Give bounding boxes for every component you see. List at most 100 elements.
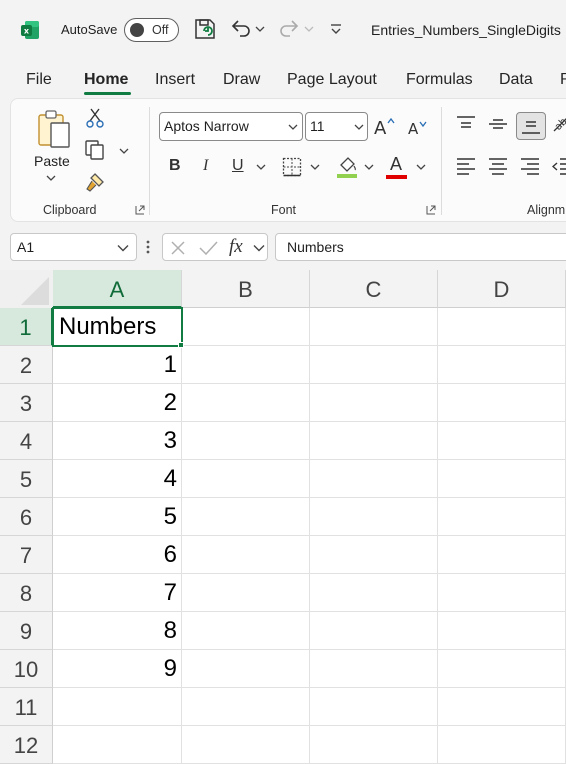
confirm-entry-icon[interactable] <box>198 240 218 256</box>
bold-button[interactable]: B <box>169 157 181 175</box>
name-box[interactable]: A1 <box>10 233 137 261</box>
cell-c8[interactable] <box>310 574 438 612</box>
cell-c3[interactable] <box>310 384 438 422</box>
row-header-2[interactable]: 2 <box>0 346 53 384</box>
column-header-b[interactable]: B <box>182 270 310 308</box>
cell-a6[interactable]: 5 <box>53 498 182 536</box>
cell-c11[interactable] <box>310 688 438 726</box>
underline-button[interactable]: U <box>232 157 244 175</box>
cell-b11[interactable] <box>182 688 310 726</box>
tab-review[interactable]: R <box>560 71 566 89</box>
column-header-d[interactable]: D <box>438 270 566 308</box>
save-icon[interactable] <box>193 17 217 41</box>
cell-d1[interactable] <box>438 308 566 346</box>
cell-b4[interactable] <box>182 422 310 460</box>
font-color-dropdown-icon[interactable] <box>416 163 426 171</box>
cell-c5[interactable] <box>310 460 438 498</box>
borders-icon[interactable] <box>282 157 302 177</box>
top-align-icon[interactable] <box>456 115 476 133</box>
cell-c4[interactable] <box>310 422 438 460</box>
more-options-icon[interactable] <box>145 239 151 255</box>
cell-d7[interactable] <box>438 536 566 574</box>
cell-a11[interactable] <box>53 688 182 726</box>
increase-font-size-icon[interactable]: A <box>373 116 397 138</box>
cell-d8[interactable] <box>438 574 566 612</box>
autosave-toggle[interactable]: Off <box>124 18 179 42</box>
cell-d9[interactable] <box>438 612 566 650</box>
cell-b7[interactable] <box>182 536 310 574</box>
cell-b6[interactable] <box>182 498 310 536</box>
cell-a10[interactable]: 9 <box>53 650 182 688</box>
cell-c10[interactable] <box>310 650 438 688</box>
tab-insert[interactable]: Insert <box>155 71 195 89</box>
font-size-dropdown-icon[interactable] <box>354 123 364 131</box>
align-left-icon[interactable] <box>456 157 476 175</box>
row-header-6[interactable]: 6 <box>0 498 53 536</box>
decrease-font-size-icon[interactable]: A <box>407 118 429 138</box>
cell-a2[interactable]: 1 <box>53 346 182 384</box>
underline-dropdown-icon[interactable] <box>256 163 266 171</box>
cell-d5[interactable] <box>438 460 566 498</box>
undo-icon[interactable] <box>229 17 253 41</box>
italic-button[interactable]: I <box>203 157 208 175</box>
cell-d11[interactable] <box>438 688 566 726</box>
column-header-a[interactable]: A <box>53 270 182 308</box>
fill-color-dropdown-icon[interactable] <box>364 163 374 171</box>
font-name-box[interactable]: Aptos Narrow <box>159 112 303 141</box>
font-name-dropdown-icon[interactable] <box>288 123 298 131</box>
insert-function-dropdown-icon[interactable] <box>253 244 265 252</box>
cell-a12[interactable] <box>53 726 182 764</box>
cell-a9[interactable]: 8 <box>53 612 182 650</box>
row-header-10[interactable]: 10 <box>0 650 53 688</box>
select-all-button[interactable] <box>0 270 53 308</box>
paste-dropdown-icon[interactable] <box>46 174 56 182</box>
cell-d2[interactable] <box>438 346 566 384</box>
cell-b8[interactable] <box>182 574 310 612</box>
tab-data[interactable]: Data <box>499 71 533 89</box>
tab-draw[interactable]: Draw <box>223 71 260 89</box>
format-painter-icon[interactable] <box>85 171 107 193</box>
cell-c7[interactable] <box>310 536 438 574</box>
undo-dropdown-icon[interactable] <box>255 24 265 34</box>
cell-b2[interactable] <box>182 346 310 384</box>
tab-home[interactable]: Home <box>84 71 128 89</box>
redo-dropdown-icon[interactable] <box>304 24 314 34</box>
tab-page-layout[interactable]: Page Layout <box>287 71 377 89</box>
cell-b1[interactable] <box>182 308 310 346</box>
cell-a4[interactable]: 3 <box>53 422 182 460</box>
cell-a3[interactable]: 2 <box>53 384 182 422</box>
cell-b10[interactable] <box>182 650 310 688</box>
copy-dropdown-icon[interactable] <box>119 147 129 155</box>
fill-handle[interactable] <box>178 342 184 348</box>
orientation-icon[interactable]: ab <box>552 113 566 135</box>
cell-d12[interactable] <box>438 726 566 764</box>
cell-c12[interactable] <box>310 726 438 764</box>
paste-icon[interactable] <box>35 109 75 151</box>
cell-b3[interactable] <box>182 384 310 422</box>
paste-label[interactable]: Paste <box>34 153 70 169</box>
redo-icon[interactable] <box>277 17 301 41</box>
fill-color-icon[interactable] <box>335 155 359 179</box>
cell-c2[interactable] <box>310 346 438 384</box>
align-right-icon[interactable] <box>520 157 540 175</box>
cell-b9[interactable] <box>182 612 310 650</box>
row-header-5[interactable]: 5 <box>0 460 53 498</box>
font-color-button[interactable]: A <box>390 154 402 175</box>
row-header-4[interactable]: 4 <box>0 422 53 460</box>
row-header-7[interactable]: 7 <box>0 536 53 574</box>
cell-b12[interactable] <box>182 726 310 764</box>
tab-formulas[interactable]: Formulas <box>406 71 473 89</box>
cell-a7[interactable]: 6 <box>53 536 182 574</box>
row-header-11[interactable]: 11 <box>0 688 53 726</box>
clipboard-launcher-icon[interactable] <box>135 205 145 215</box>
cell-a5[interactable]: 4 <box>53 460 182 498</box>
decrease-indent-icon[interactable] <box>552 157 566 175</box>
cell-d3[interactable] <box>438 384 566 422</box>
row-header-8[interactable]: 8 <box>0 574 53 612</box>
cell-a8[interactable]: 7 <box>53 574 182 612</box>
worksheet-grid[interactable]: A B C D 1 2 3 4 5 6 7 8 9 10 11 12 Numbe… <box>0 270 566 764</box>
align-center-icon[interactable] <box>488 157 508 175</box>
customize-toolbar-icon[interactable] <box>329 23 343 37</box>
cell-c1[interactable] <box>310 308 438 346</box>
excel-logo-icon[interactable]: x <box>20 20 40 40</box>
